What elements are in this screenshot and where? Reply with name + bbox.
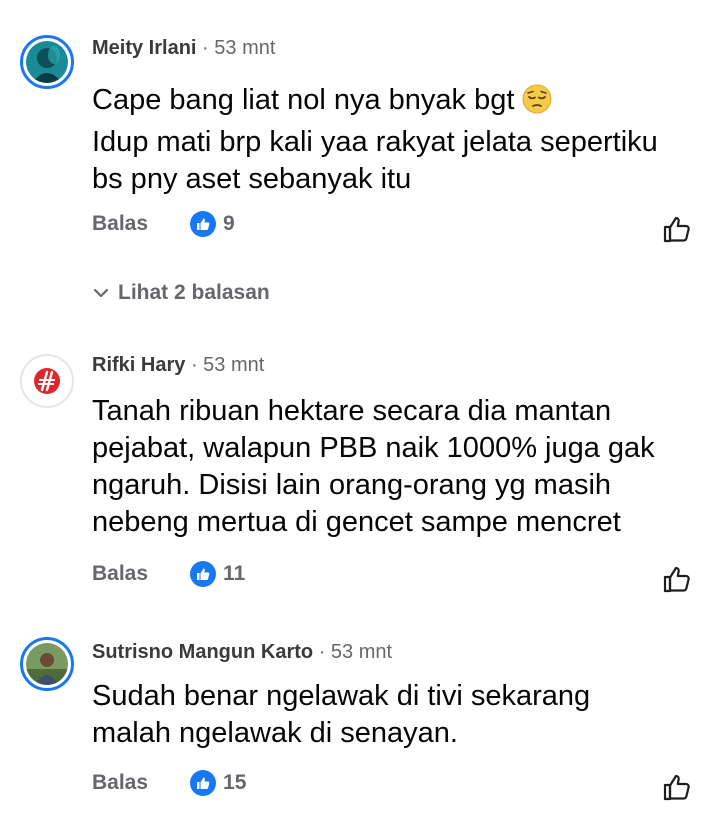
- chevron-down-icon: [93, 288, 109, 298]
- comment-text: Tanah ribuan hektare secara dia mantan p…: [92, 393, 702, 541]
- comment-time[interactable]: 53 mnt: [331, 641, 392, 663]
- like-reaction-icon: [190, 211, 217, 237]
- separator: ·: [202, 37, 209, 59]
- reaction-summary[interactable]: 11: [190, 561, 245, 587]
- comment-text: Cape bang liat nol nya bnyak bgt Idup ma…: [92, 82, 702, 198]
- comment-header: Meity Irlani · 53 mnt: [92, 35, 275, 61]
- avatar[interactable]: [20, 35, 74, 89]
- comment-header: Rifki Hary · 53 mnt: [92, 352, 264, 378]
- comment-line: pejabat, walapun PBB naik 1000% juga gak: [92, 432, 655, 464]
- like-button[interactable]: [662, 214, 692, 244]
- reaction-count: 11: [223, 562, 246, 585]
- comment-line: bs pny aset sebanyak itu: [92, 163, 412, 195]
- reply-button[interactable]: Balas: [92, 562, 148, 586]
- commenter-name[interactable]: Meity Irlani: [92, 37, 196, 59]
- commenter-name[interactable]: Rifki Hary: [92, 354, 185, 376]
- like-reaction-icon: [190, 770, 217, 796]
- pensive-face-emoji-icon: [522, 84, 552, 124]
- reaction-count: 9: [223, 212, 235, 235]
- reaction-summary[interactable]: 15: [190, 770, 246, 796]
- view-replies-link[interactable]: Lihat 2 balasan: [92, 281, 270, 305]
- view-replies-label: Lihat 2 balasan: [118, 281, 270, 304]
- comment-time[interactable]: 53 mnt: [214, 37, 275, 59]
- comment-line: Cape bang liat nol nya bnyak bgt: [92, 82, 702, 124]
- thumbs-up-icon: [663, 566, 690, 593]
- comment-line: Idup mati brp kali yaa rakyat jelata sep…: [92, 126, 658, 158]
- reaction-count: 15: [223, 771, 247, 794]
- avatar-photo: [26, 643, 68, 685]
- avatar-logo: [26, 360, 68, 402]
- separator: ·: [190, 354, 198, 376]
- thumbs-up-icon: [663, 774, 690, 801]
- comment-line: nebeng mertua di gencet sampe mencret: [92, 506, 621, 538]
- avatar-photo: [26, 41, 68, 83]
- avatar[interactable]: [20, 354, 74, 408]
- reply-button[interactable]: Balas: [92, 771, 148, 795]
- reply-button[interactable]: Balas: [92, 212, 148, 236]
- comment-line: malah ngelawak di senayan.: [92, 717, 458, 749]
- comment-line: Sudah benar ngelawak di tivi sekarang: [92, 680, 591, 712]
- like-button[interactable]: [662, 772, 692, 802]
- comment-line: Tanah ribuan hektare secara dia mantan: [92, 395, 612, 427]
- comment-text: Sudah benar ngelawak di tivi sekarang ma…: [92, 678, 702, 752]
- separator: ·: [318, 641, 326, 663]
- reaction-summary[interactable]: 9: [190, 211, 235, 237]
- thumbs-up-icon: [663, 216, 690, 243]
- comment-header: Sutrisno Mangun Karto · 53 mnt: [92, 639, 392, 665]
- brand-logo-icon: [26, 360, 68, 402]
- comment-line: ngaruh. Disisi lain orang-orang yg masih: [92, 469, 612, 501]
- comment-time[interactable]: 53 mnt: [203, 354, 264, 376]
- like-reaction-icon: [190, 561, 217, 587]
- comment-actions: Balas 9: [92, 209, 235, 239]
- comment-actions: Balas 15: [92, 768, 246, 798]
- commenter-name[interactable]: Sutrisno Mangun Karto: [92, 641, 313, 663]
- like-button[interactable]: [662, 564, 692, 594]
- comment-actions: Balas 11: [92, 559, 245, 589]
- avatar[interactable]: [20, 637, 74, 691]
